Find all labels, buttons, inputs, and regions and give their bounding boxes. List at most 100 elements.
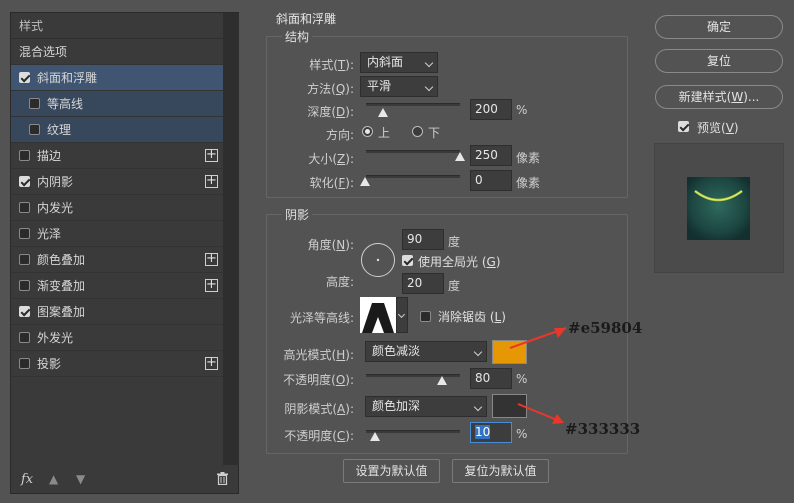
style-item[interactable]: 混合选项 <box>11 39 223 65</box>
style-item[interactable]: 图案叠加 <box>11 299 223 325</box>
direction-up-label[interactable]: 上 <box>378 124 390 141</box>
add-instance-icon[interactable]: + <box>205 174 218 188</box>
move-up-icon[interactable]: ▲ <box>49 472 58 486</box>
style-item[interactable]: 渐变叠加 + <box>11 273 223 299</box>
reset-button[interactable]: 复位 <box>655 49 783 73</box>
style-item[interactable]: 纹理 <box>11 117 223 143</box>
angle-unit: 度 <box>448 235 461 249</box>
preview-checkbox[interactable] <box>678 121 689 132</box>
styles-scrollbar[interactable] <box>223 13 239 465</box>
styles-header[interactable]: 样式 <box>11 13 223 39</box>
antialias-checkbox[interactable] <box>420 311 431 322</box>
style-item-checkbox[interactable] <box>29 98 40 109</box>
style-item-label: 内发光 <box>37 201 74 215</box>
style-item-label: 投影 <box>37 357 62 371</box>
style-item-label: 描边 <box>37 149 62 163</box>
style-item[interactable]: 等高线 <box>11 91 223 117</box>
shadow-mode-select[interactable]: 颜色加深 <box>365 396 487 417</box>
highlight-opacity-thumb[interactable] <box>437 376 447 385</box>
size-slider[interactable] <box>366 150 460 153</box>
highlight-mode-select[interactable]: 颜色减淡 <box>365 341 487 362</box>
shadow-opacity-thumb[interactable] <box>370 432 380 441</box>
trash-icon[interactable] <box>217 472 228 485</box>
gloss-contour-picker[interactable] <box>360 297 408 333</box>
direction-down-radio[interactable] <box>412 126 423 137</box>
style-item-checkbox[interactable] <box>19 72 30 83</box>
style-item-label: 渐变叠加 <box>37 279 86 293</box>
style-item-checkbox[interactable] <box>19 280 30 291</box>
add-instance-icon[interactable]: + <box>205 278 218 292</box>
direction-down-label[interactable]: 下 <box>428 124 440 141</box>
style-item-label: 光泽 <box>37 227 62 241</box>
size-slider-thumb[interactable] <box>455 152 465 161</box>
style-item[interactable]: 外发光 <box>11 325 223 351</box>
highlight-mode-label: 高光模式(H): <box>283 348 354 362</box>
add-instance-icon[interactable]: + <box>205 252 218 266</box>
shadow-hex-annotation: #333333 <box>565 420 641 438</box>
soften-slider-thumb[interactable] <box>360 177 370 186</box>
style-item-checkbox[interactable] <box>19 202 30 213</box>
style-item[interactable]: 内发光 <box>11 195 223 221</box>
angle-dial[interactable] <box>360 242 396 278</box>
altitude-unit: 度 <box>448 279 461 293</box>
style-item-label: 图案叠加 <box>37 305 86 319</box>
new-style-button[interactable]: 新建样式(W)... <box>655 85 783 109</box>
styles-panel: 样式 混合选项斜面和浮雕等高线纹理描边 + 内阴影 + 内发光光泽颜色叠加 + 渐变叠加 + 图… <box>10 12 239 494</box>
angle-input[interactable]: 90 <box>402 229 444 250</box>
style-item[interactable]: 颜色叠加 + <box>11 247 223 273</box>
style-item[interactable]: 描边 + <box>11 143 223 169</box>
fx-icon[interactable]: fx <box>21 472 33 487</box>
gloss-contour-icon[interactable] <box>360 297 396 333</box>
direction-up-radio[interactable] <box>362 126 373 137</box>
style-item-checkbox[interactable] <box>19 150 30 161</box>
preview-area <box>654 143 784 273</box>
style-item-label: 外发光 <box>37 331 74 345</box>
styles-footer: fx ▲ ▼ <box>11 468 239 494</box>
style-item-checkbox[interactable] <box>19 254 30 265</box>
global-light-checkbox[interactable] <box>402 255 413 266</box>
preview-label[interactable]: 预览(V) <box>697 119 739 136</box>
styles-list: 样式 混合选项斜面和浮雕等高线纹理描边 + 内阴影 + 内发光光泽颜色叠加 + 渐变叠加 + 图… <box>11 13 223 377</box>
soften-input[interactable]: 0 <box>470 170 512 191</box>
style-item-label: 混合选项 <box>19 45 68 59</box>
depth-slider-thumb[interactable] <box>378 108 388 117</box>
make-default-button[interactable]: 设置为默认值 <box>343 459 440 483</box>
style-item-label: 内阴影 <box>37 175 74 189</box>
shadow-opacity-slider[interactable] <box>366 430 460 433</box>
style-select[interactable]: 内斜面 <box>360 52 438 73</box>
style-item[interactable]: 内阴影 + <box>11 169 223 195</box>
antialias-label[interactable]: 消除锯齿 (L) <box>438 308 506 325</box>
style-item-checkbox[interactable] <box>19 176 30 187</box>
soften-label: 软化(F): <box>309 176 354 190</box>
add-instance-icon[interactable]: + <box>205 148 218 162</box>
add-instance-icon[interactable]: + <box>205 356 218 370</box>
ok-button[interactable]: 确定 <box>655 15 783 39</box>
altitude-input[interactable]: 20 <box>402 273 444 294</box>
method-select[interactable]: 平滑 <box>360 76 438 97</box>
size-unit: 像素 <box>516 151 541 165</box>
soften-slider[interactable] <box>366 175 460 178</box>
style-item-checkbox[interactable] <box>29 124 40 135</box>
depth-slider[interactable] <box>366 103 460 106</box>
style-item-checkbox[interactable] <box>19 358 30 369</box>
style-item-checkbox[interactable] <box>19 306 30 317</box>
global-light-label[interactable]: 使用全局光 (G) <box>418 253 501 270</box>
shading-title: 阴影 <box>282 206 313 223</box>
depth-label: 深度(D): <box>307 105 354 119</box>
style-item-label: 等高线 <box>47 97 84 111</box>
style-item[interactable]: 光泽 <box>11 221 223 247</box>
depth-input[interactable]: 200 <box>470 99 512 120</box>
size-input[interactable]: 250 <box>470 145 512 166</box>
altitude-label: 高度: <box>325 275 354 289</box>
style-item-checkbox[interactable] <box>19 332 30 343</box>
style-item[interactable]: 投影 + <box>11 351 223 377</box>
shadow-opacity-label: 不透明度(C): <box>284 429 354 443</box>
gloss-contour-dropdown[interactable] <box>396 297 408 333</box>
method-label: 方法(Q): <box>307 82 354 96</box>
move-down-icon[interactable]: ▼ <box>76 472 85 486</box>
angle-label: 角度(N): <box>307 238 354 252</box>
style-item-checkbox[interactable] <box>19 228 30 239</box>
style-item[interactable]: 斜面和浮雕 <box>11 65 223 91</box>
preview-thumbnail <box>687 177 750 240</box>
reset-default-button[interactable]: 复位为默认值 <box>452 459 549 483</box>
